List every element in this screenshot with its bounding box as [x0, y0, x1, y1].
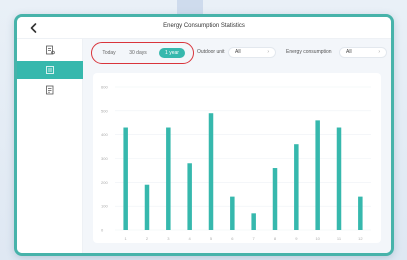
main-content: Today 30 days 1 year Outdoor unit All › … — [83, 39, 391, 253]
x-tick-label: 10 — [315, 236, 320, 241]
bar[interactable] — [272, 168, 278, 230]
outdoor-unit-value: All — [235, 49, 241, 55]
page-title: Energy Consumption Statistics — [163, 23, 245, 29]
energy-consumption-select[interactable]: All › — [339, 47, 387, 58]
bar[interactable] — [315, 120, 320, 230]
tab-30-days[interactable]: 30 days — [125, 48, 151, 58]
x-tick-label: 9 — [295, 236, 298, 241]
y-tick-label: 0 — [101, 228, 104, 233]
x-tick-label: 7 — [253, 236, 256, 241]
chart-card: 0 100 200 300 400 500 600 1 2 3 4 5 6 7 8 9 10 11 12 — [93, 73, 381, 243]
outdoor-unit-label: Outdoor unit — [197, 49, 225, 55]
bar[interactable] — [251, 213, 256, 230]
sidebar — [17, 39, 83, 253]
y-tick-label: 400 — [101, 132, 108, 137]
x-tick-label: 1 — [125, 236, 128, 241]
report-icon — [46, 45, 55, 55]
sidebar-item-chart[interactable] — [17, 61, 83, 79]
x-tick-label: 8 — [274, 236, 277, 241]
x-tick-label: 11 — [337, 236, 342, 241]
outdoor-unit-select[interactable]: All › — [228, 47, 276, 58]
bar[interactable] — [294, 144, 299, 230]
tab-today[interactable]: Today — [97, 48, 121, 58]
bar[interactable] — [187, 163, 192, 230]
y-tick-label: 100 — [101, 204, 108, 209]
sidebar-item-list[interactable] — [17, 81, 83, 99]
filter-bar: Today 30 days 1 year Outdoor unit All › … — [83, 39, 391, 65]
bar[interactable] — [230, 196, 235, 230]
background-stripe — [177, 0, 203, 14]
tab-1-year[interactable]: 1 year — [159, 48, 185, 58]
y-tick-label: 200 — [101, 180, 108, 185]
energy-consumption-value: All — [346, 49, 352, 55]
bar-chart: 01002003004005006001 2 3 4 5 6 7 8 9 10 11 12 — [101, 85, 371, 241]
bar[interactable] — [144, 184, 150, 230]
bar[interactable] — [166, 127, 171, 230]
x-tick-label: 12 — [358, 236, 363, 241]
top-bar: Energy Consumption Statistics — [17, 17, 391, 39]
x-tick-label: 3 — [167, 236, 170, 241]
bar[interactable] — [208, 113, 214, 230]
bar[interactable] — [358, 196, 363, 230]
chart-icon — [46, 66, 54, 74]
sidebar-item-report[interactable] — [17, 41, 83, 59]
bar[interactable] — [123, 127, 128, 230]
x-tick-label: 2 — [146, 236, 149, 241]
y-tick-label: 500 — [101, 108, 108, 113]
energy-consumption-label: Energy consumption — [286, 49, 332, 55]
chevron-right-icon: › — [378, 49, 380, 55]
y-tick-label: 300 — [101, 156, 108, 161]
list-icon — [46, 85, 54, 95]
x-tick-label: 5 — [210, 236, 213, 241]
x-tick-label: 6 — [231, 236, 234, 241]
app-window: Energy Consumption Statistics Today 30 d… — [14, 14, 394, 256]
chevron-right-icon: › — [267, 49, 269, 55]
bar[interactable] — [336, 127, 342, 230]
x-tick-label: 4 — [189, 236, 192, 241]
y-tick-label: 600 — [101, 85, 108, 90]
